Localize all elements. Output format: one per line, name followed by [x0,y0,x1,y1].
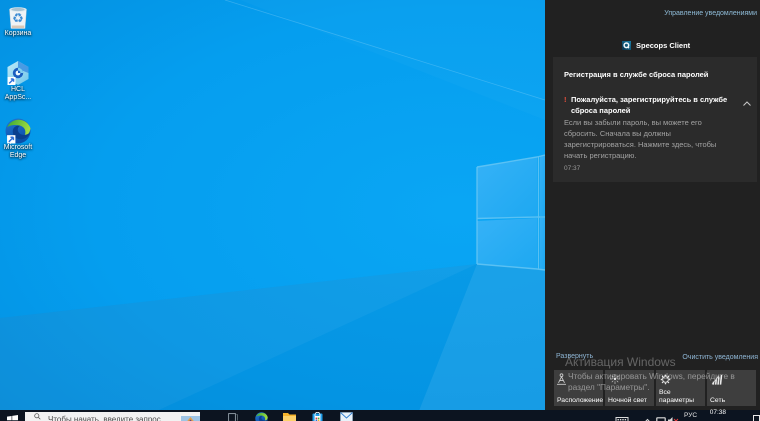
svg-text:♻: ♻ [12,11,24,26]
